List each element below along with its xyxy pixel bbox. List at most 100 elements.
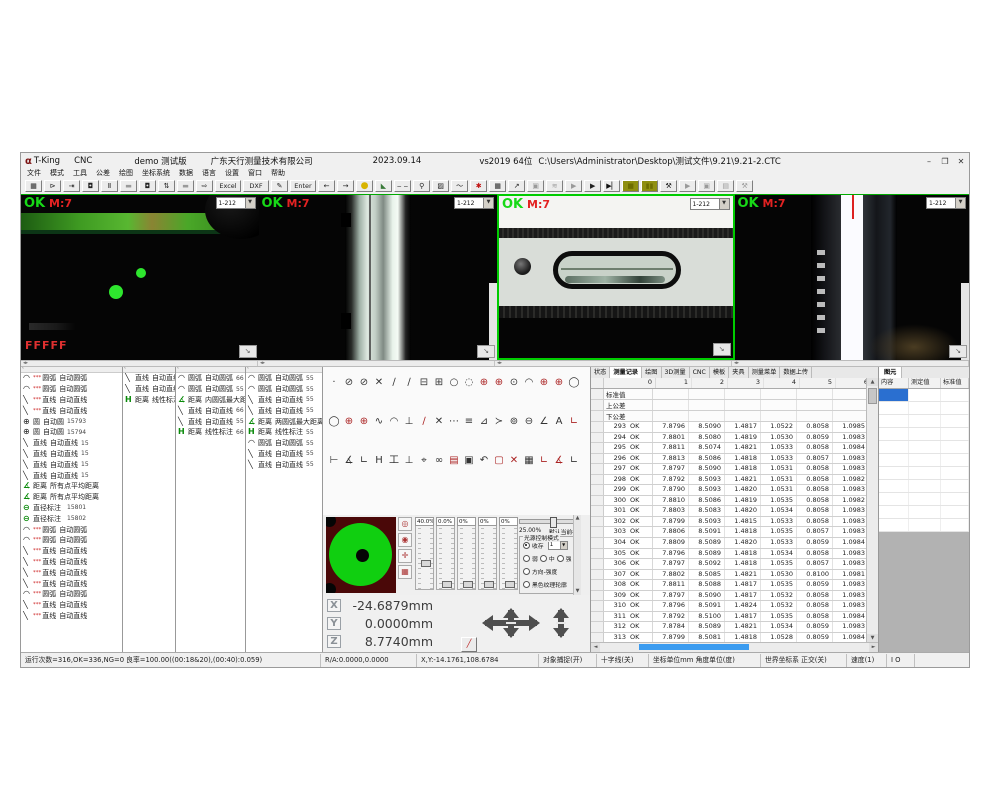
radio-icon[interactable] [540,555,547,562]
tool-icon-1-13[interactable]: ⊙ [507,375,521,390]
tool-icon-2-2[interactable]: ⊕ [342,414,356,429]
results-tab-测量菜单[interactable]: 测量菜单 [749,367,781,378]
toolbar-button-17[interactable]: ● [356,180,373,192]
tool-icon-1-2[interactable]: ⊘ [342,375,356,390]
feature-list-item[interactable]: ∡距离所有点平均距离 [21,481,122,492]
feature-list-item[interactable]: ◠圆弧自动圆弧66 [176,373,245,384]
tool-icon-1-12[interactable]: ⊕ [492,375,506,390]
camera2-range-dropdown[interactable]: 1-212 ▼ [454,197,494,209]
toolbar-button-18[interactable]: ◣ [375,180,392,192]
results-data-row[interactable]: 310OK7.87968.50911.48241.05320.80581.098… [591,601,866,612]
ring-grid-icon[interactable]: ▦ [398,565,412,579]
feature-list-item[interactable]: ◠***圆弧自动圆弧 [21,535,122,546]
tool-icon-2-4[interactable]: ∿ [372,414,386,429]
outline-mode-row[interactable]: 黑色纹理轮廓 [523,580,578,589]
menu-item-窗口[interactable]: 窗口 [248,169,262,178]
tool-icon-2-15[interactable]: ∠ [537,414,551,429]
toolbar-button-19[interactable]: ‒ ‒ [394,180,411,192]
tool-icon-1-10[interactable]: ◌ [462,375,476,390]
toolbar-button-25[interactable]: ↗ [508,180,525,192]
tool-icon-2-16[interactable]: A [552,414,566,429]
toolbar-button-28[interactable]: ▶ [565,180,582,192]
results-data-row[interactable]: 308OK7.88118.50881.48171.05350.80591.098… [591,580,866,591]
feature-list-item[interactable]: ⊖直径标注15802 [21,513,122,524]
scroll-left-icon[interactable]: ◄ [591,643,600,652]
tool-icon-3-14[interactable]: ▦ [522,453,536,468]
light-slider-track[interactable] [436,526,455,590]
camera1-hscrollbar[interactable]: ◂▸ [21,361,258,366]
diagonal-jog-button[interactable]: ╱ [461,637,477,652]
toolbar-button-8[interactable]: ⇅ [158,180,175,192]
results-vscrollbar[interactable]: ▲ ▼ [866,378,878,642]
feature-list-item[interactable]: ╲直线自动直线55 [246,449,322,460]
toolbar-button-35[interactable]: ▣ [698,180,715,192]
ring-light-preview[interactable] [326,517,396,593]
store-value-dropdown[interactable]: 1 ▼ [548,541,568,550]
vscroll-thumb[interactable] [868,388,877,404]
dropdown-arrow-icon[interactable]: ▼ [560,542,567,549]
results-tab-测量记录[interactable]: 测量记录 [610,367,642,378]
results-data-row[interactable]: 302OK7.87998.50931.48151.05330.80581.098… [591,517,866,528]
results-data-row[interactable]: 298OK7.87928.50931.48211.05310.80581.098… [591,475,866,486]
tool-icon-2-5[interactable]: ◠ [387,414,401,429]
feature-list-item[interactable]: ◠圆弧自动圆弧55 [246,373,322,384]
toolbar-button-34[interactable]: ▶ [679,180,696,192]
results-data-row[interactable]: 313OK7.87998.50811.48181.05280.80591.098… [591,633,866,642]
element-cell[interactable] [879,389,909,401]
light-slider-track[interactable] [457,526,476,590]
toolbar-button-11[interactable]: Excel [215,180,241,192]
feature-list-item[interactable]: ╲***直线自动直线 [21,600,122,611]
menu-item-模式[interactable]: 模式 [50,169,64,178]
feature-list-item[interactable]: ╲直线自动直线15 [21,459,122,470]
toolbar-button-32[interactable]: ▮▮ [641,180,658,192]
radio-icon[interactable] [523,581,530,588]
tool-icon-1-8[interactable]: ⊞ [432,375,446,390]
camera1-range-dropdown[interactable]: 1-212 ▼ [216,197,256,209]
camera-panel-4[interactable]: OK M:7 1-212 ▼ ↘ [735,194,970,360]
results-data-row[interactable]: 311OK7.87928.51001.48171.05350.80581.098… [591,612,866,623]
results-data-row[interactable]: 297OK7.87978.50901.48181.05310.80581.098… [591,464,866,475]
toolbar-button-12[interactable]: DXF [243,180,269,192]
results-fixed-row[interactable]: 上公差 [591,400,866,411]
feature-list-item[interactable]: ⊖直径标注15801 [21,503,122,514]
results-fixed-row[interactable]: 下公差 [591,411,866,422]
feature-list-item[interactable]: ╲***直线自动直线 [21,567,122,578]
tool-icon-3-17[interactable]: ∟ [567,453,581,468]
feature-list-item[interactable]: ╲直线自动直线66 [176,405,245,416]
feature-list-item[interactable]: ╲***直线自动直线 [21,578,122,589]
tool-icon-2-8[interactable]: ✕ [432,414,446,429]
menu-item-语言[interactable]: 语言 [202,169,216,178]
feature-list-item[interactable]: ╲***直线自动直线 [21,546,122,557]
tool-icon-1-7[interactable]: ⊟ [417,375,431,390]
feature-list-item[interactable]: ◠***圆弧自动圆弧 [21,589,122,600]
scroll-right-icon[interactable]: ► [869,643,878,652]
radio-icon[interactable] [523,555,530,562]
results-tab-状态[interactable]: 状态 [591,367,610,378]
menu-item-帮助[interactable]: 帮助 [271,169,285,178]
tool-icon-2-12[interactable]: ≻ [492,414,506,429]
tab-element[interactable]: 图元 [879,367,902,378]
toolbar-button-3[interactable]: ⇥ [63,180,80,192]
tool-icon-1-9[interactable]: ○ [447,375,461,390]
results-tab-绘图[interactable]: 绘图 [642,367,661,378]
results-tab-夹具[interactable]: 夹具 [729,367,748,378]
element-row[interactable] [879,519,969,532]
camera2-hscrollbar[interactable]: ◂▸ [258,361,495,366]
feature-list-item[interactable]: ╲直线自动直线34 [123,373,175,384]
dropdown-arrow-icon[interactable]: ▼ [245,198,255,208]
toolbar-button-36[interactable]: ▤ [717,180,734,192]
menu-item-工具[interactable]: 工具 [73,169,87,178]
feature-list-item[interactable]: ╲直线自动直线55 [246,395,322,406]
scroll-down-icon[interactable]: ▼ [867,634,878,642]
feature-list-item[interactable]: H距离线性标注34 [123,395,175,406]
menu-item-设置[interactable]: 设置 [225,169,239,178]
toolbar-button-31[interactable]: ■ [622,180,639,192]
dropdown-arrow-icon[interactable]: ▼ [719,199,729,209]
ring-rings-icon[interactable]: ◉ [398,533,412,547]
camera-panel-1[interactable]: OK M:7 1-212 ▼ FFFFF ↘ [21,194,259,360]
light-slider-track[interactable] [478,526,497,590]
results-data-row[interactable]: 295OK7.88118.50741.48211.05330.80581.098… [591,443,866,454]
toolbar-button-9[interactable]: ▬ [177,180,194,192]
tool-icon-2-17[interactable]: ∟ [567,414,581,429]
tool-icon-2-10[interactable]: ≡ [462,414,476,429]
